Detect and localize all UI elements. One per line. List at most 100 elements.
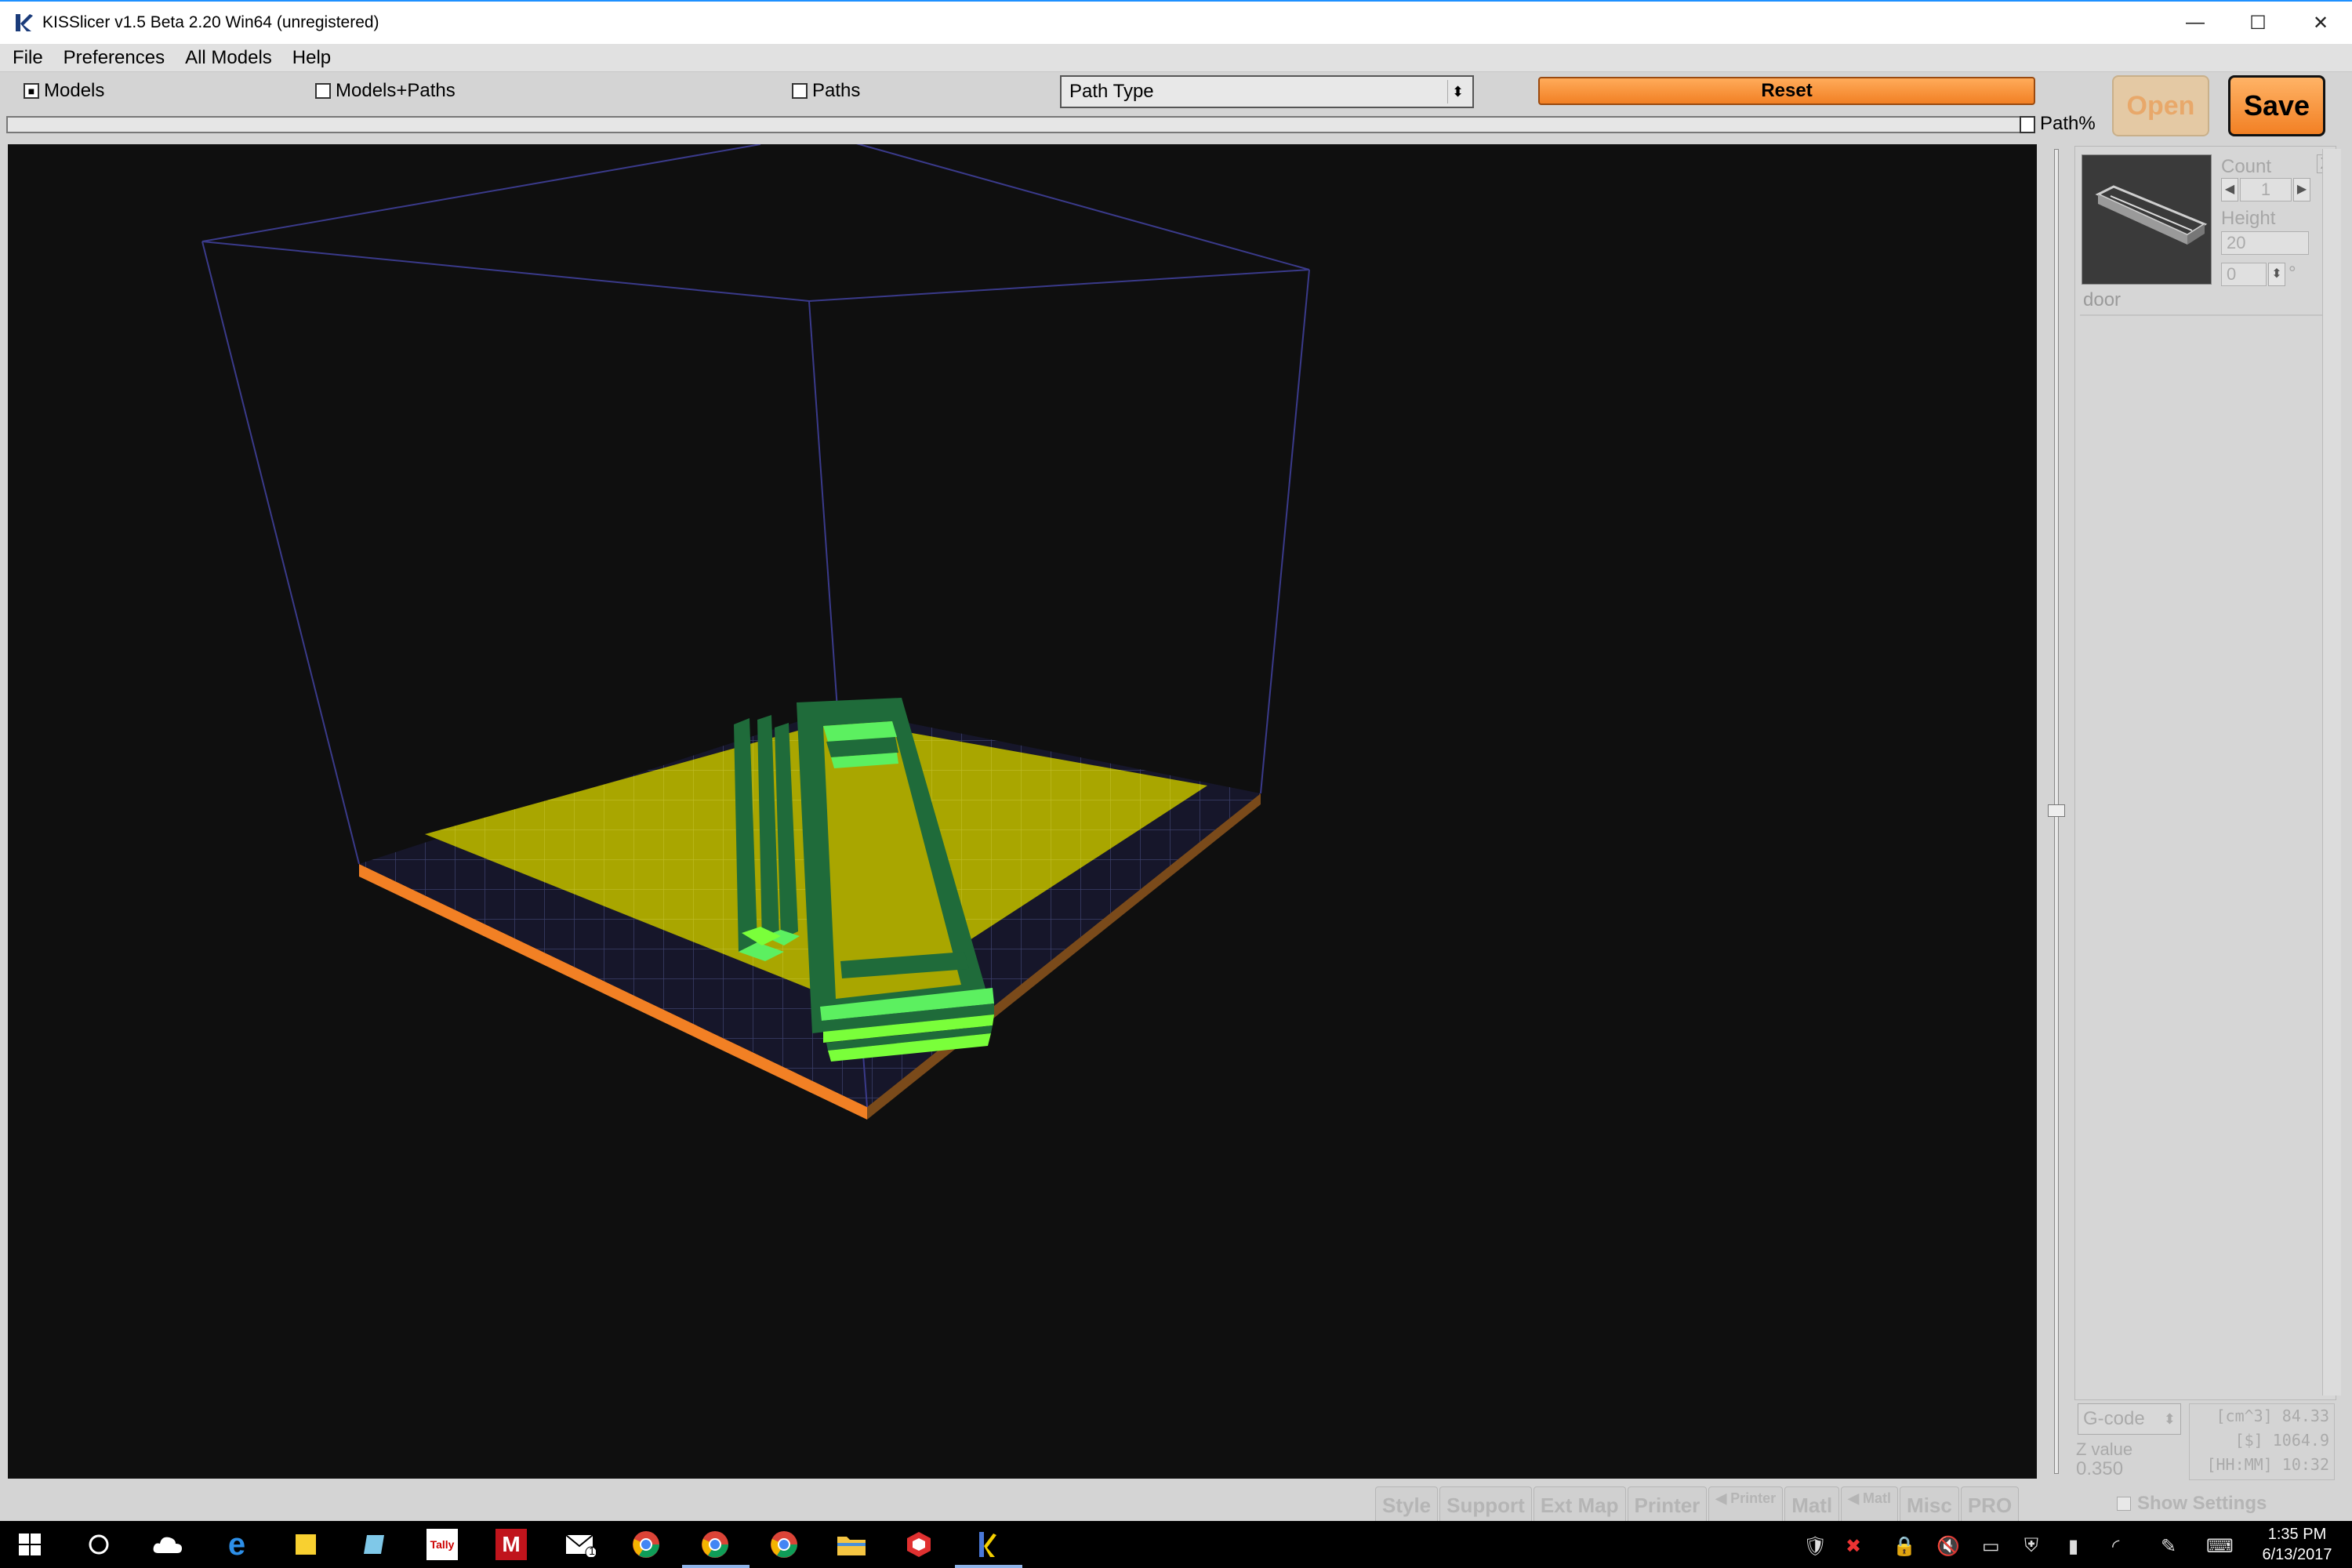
tally-icon[interactable]: Tally [426, 1529, 458, 1560]
kisslicer-logo-icon [16, 14, 33, 31]
menu-all-models[interactable]: All Models [185, 47, 272, 69]
show-settings-checkbox[interactable]: Show Settings [2117, 1493, 2267, 1515]
kisslicer-icon[interactable] [971, 1529, 1002, 1560]
show-settings-label: Show Settings [2137, 1493, 2267, 1514]
view-models-paths-label: Models+Paths [336, 80, 456, 101]
rotation-field[interactable]: 0 [2221, 263, 2267, 286]
view-models-paths-radio[interactable]: Models+Paths [315, 80, 456, 102]
updown-arrow-icon: ⬍ [1447, 80, 1468, 103]
sketchup-icon[interactable] [903, 1529, 935, 1560]
model-name: door [2083, 289, 2122, 310]
cortana-icon[interactable] [83, 1529, 114, 1560]
model-thumbnail[interactable] [2082, 154, 2212, 285]
checkbox-unchecked[interactable] [315, 83, 331, 99]
model-card[interactable]: door Count X ◀ 1 ▶ Height 20 0 ⬍ ° [2080, 151, 2334, 316]
slider-thumb[interactable] [2020, 116, 2035, 133]
defender-icon[interactable]: 🛡 [1803, 1535, 1827, 1558]
path-percent-slider[interactable] [6, 116, 2035, 133]
toolbar: ■ Models Models+Paths Paths Path Type ⬍ … [0, 72, 2352, 141]
settings-tabs: Style Support Ext Map Printer ◀ Printer … [1375, 1486, 2020, 1521]
path-type-value: Path Type [1069, 81, 1154, 102]
wifi-icon[interactable]: ◜ [2112, 1535, 2119, 1558]
tab-matl-select[interactable]: ◀ Matl [1841, 1486, 1899, 1521]
door-preview-icon [2095, 185, 2208, 245]
keyboard-icon[interactable]: ⌨ [2206, 1535, 2234, 1558]
view-paths-radio[interactable]: Paths [792, 80, 860, 102]
tab-matl[interactable]: Matl [1784, 1486, 1840, 1521]
tab-printer[interactable]: Printer [1627, 1486, 1708, 1521]
pen-icon[interactable]: ✎ [2161, 1535, 2176, 1558]
updown-arrow-icon: ⬍ [2163, 1411, 2176, 1427]
clock-time: 1:35 PM [2267, 1526, 2327, 1543]
cost-stat: [$] 1064.9 [2234, 1431, 2329, 1450]
file-explorer-icon[interactable] [836, 1529, 867, 1560]
tab-printer-select[interactable]: ◀ Printer [1708, 1486, 1784, 1521]
menu-bar: File Preferences All Models Help [0, 44, 2352, 72]
tab-matl-select-label: Matl [1863, 1490, 1892, 1506]
volume-muted-icon[interactable]: 🔇 [1936, 1535, 1960, 1558]
count-increment-icon[interactable]: ▶ [2293, 178, 2310, 201]
minimize-button[interactable]: — [2164, 2, 2227, 44]
battery-icon[interactable]: ▮ [2068, 1535, 2078, 1558]
security-icon[interactable]: ⛨ [2024, 1535, 2038, 1557]
view-models-label: Models [44, 80, 105, 101]
left-arrow-icon: ◀ [1848, 1490, 1864, 1506]
3d-viewport[interactable] [8, 144, 2037, 1479]
rotation-spinner-icon[interactable]: ⬍ [2268, 263, 2285, 286]
path-type-select[interactable]: Path Type ⬍ [1060, 75, 1474, 108]
layer-slider-thumb[interactable] [2048, 804, 2065, 817]
close-button[interactable]: ✕ [2289, 2, 2352, 44]
layer-slider[interactable] [2043, 146, 2068, 1479]
path-percent-label: Path% [2040, 113, 2096, 134]
checkbox-checked[interactable]: ■ [24, 83, 39, 99]
view-models-radio[interactable]: ■ Models [24, 80, 104, 102]
lock-icon[interactable]: 🔒 [1893, 1535, 1916, 1558]
menu-help[interactable]: Help [292, 47, 331, 69]
count-decrement-icon[interactable]: ◀ [2221, 178, 2238, 201]
open-button[interactable]: Open [2112, 75, 2209, 136]
height-field[interactable]: 20 [2221, 231, 2309, 255]
view-paths-label: Paths [812, 80, 861, 101]
tab-misc[interactable]: Misc [1900, 1486, 1959, 1521]
volume-stat: [cm^3] 84.33 [2216, 1406, 2330, 1425]
sticky-notes-icon[interactable] [290, 1529, 321, 1560]
checkbox-unchecked[interactable] [2117, 1497, 2131, 1511]
mail-badge: 1 [589, 1544, 595, 1557]
output-format-select[interactable]: G-code ⬍ [2078, 1403, 2181, 1435]
display-icon[interactable]: ▭ [1982, 1535, 2000, 1558]
checkbox-unchecked[interactable] [792, 83, 808, 99]
onedrive-icon[interactable] [152, 1529, 183, 1560]
kaspersky-icon[interactable]: ✖ [1846, 1535, 1861, 1558]
output-format-value: G-code [2083, 1408, 2145, 1429]
menu-preferences[interactable]: Preferences [64, 47, 165, 69]
height-label: Height [2221, 208, 2276, 229]
taskbar: e Tally M 1 🛡 ✖ 🔒 🔇 ▭ ⛨ ▮ ◜ ✎ ⌨ 1:35 PM … [0, 1521, 2352, 1568]
m-app-icon[interactable]: M [495, 1529, 527, 1560]
tab-ext-map[interactable]: Ext Map [1533, 1486, 1626, 1521]
degree-symbol: ° [2288, 263, 2296, 284]
tab-pro[interactable]: PRO [1960, 1486, 2020, 1521]
mail-icon[interactable]: 1 [564, 1529, 596, 1560]
tab-style[interactable]: Style [1375, 1486, 1439, 1521]
chrome-icon[interactable] [630, 1529, 662, 1560]
windows-icon[interactable] [14, 1529, 45, 1560]
maximize-button[interactable]: ☐ [2227, 2, 2289, 44]
tab-printer-select-label: Printer [1730, 1490, 1777, 1506]
active-indicator [955, 1565, 1022, 1568]
menu-file[interactable]: File [13, 47, 43, 69]
chrome-icon[interactable] [768, 1529, 800, 1560]
count-field[interactable]: 1 [2240, 178, 2292, 201]
scene-render [201, 144, 1310, 1120]
chrome-icon[interactable] [699, 1529, 731, 1560]
save-button[interactable]: Save [2228, 75, 2325, 136]
z-value: 0.350 [2076, 1458, 2124, 1479]
edge-icon[interactable]: e [221, 1527, 252, 1562]
reset-button[interactable]: Reset [1538, 77, 2035, 105]
window-title: KISSlicer v1.5 Beta 2.20 Win64 (unregist… [42, 13, 379, 31]
title-bar: KISSlicer v1.5 Beta 2.20 Win64 (unregist… [0, 0, 2352, 44]
tab-support[interactable]: Support [1439, 1486, 1532, 1521]
clock-date: 6/13/2017 [2262, 1546, 2332, 1563]
model-panel-scrollbar[interactable] [2322, 149, 2341, 1396]
system-clock[interactable]: 1:35 PM 6/13/2017 [2250, 1524, 2344, 1565]
notepad-icon[interactable] [359, 1529, 390, 1560]
